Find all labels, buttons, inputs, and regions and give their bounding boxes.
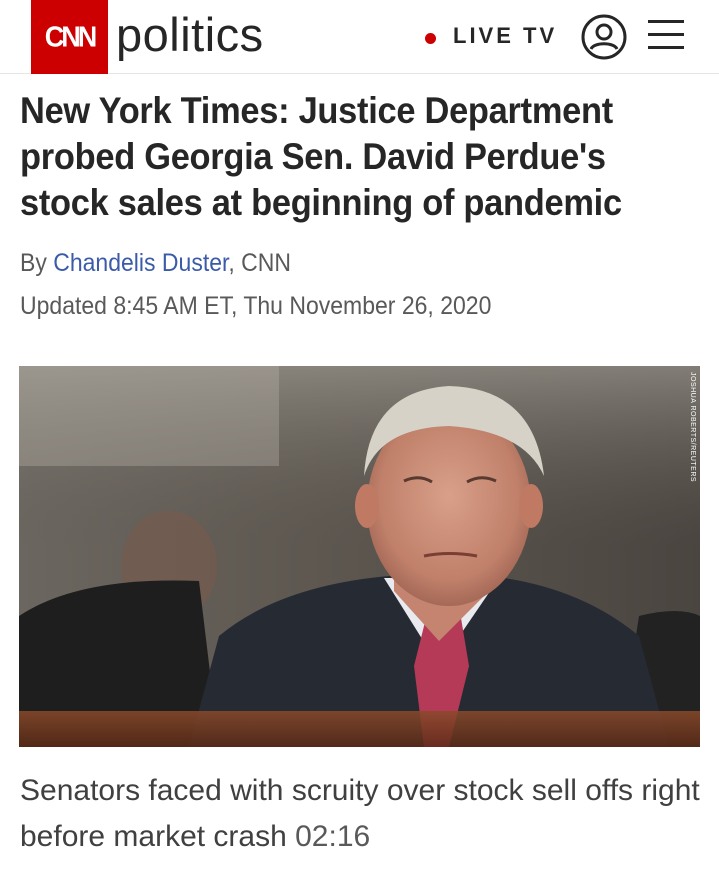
live-indicator-icon [425, 33, 436, 44]
photo-credit: JOSHUA ROBERTS/REUTERS [689, 372, 696, 483]
article-headline: New York Times: Justice Department probe… [20, 90, 622, 223]
user-account-icon[interactable] [579, 12, 629, 62]
byline: By Chandelis Duster, CNN [20, 247, 291, 279]
live-tv-link[interactable]: LIVE TV [453, 22, 557, 50]
section-title[interactable]: politics [116, 6, 264, 64]
author-link[interactable]: Chandelis Duster [53, 249, 228, 277]
byline-prefix: By [20, 249, 54, 277]
site-header: CNN politics LIVE TV [0, 0, 719, 74]
video-duration: 02:16 [295, 820, 371, 853]
hamburger-menu-icon[interactable] [648, 18, 684, 52]
cnn-logo-text: CNN [44, 20, 97, 53]
cnn-logo[interactable]: CNN [31, 0, 108, 74]
video-caption[interactable]: Senators faced with scruity over stock s… [20, 768, 700, 860]
video-thumbnail[interactable]: JOSHUA ROBERTS/REUTERS [19, 366, 700, 747]
byline-source: , CNN [228, 249, 292, 277]
updated-timestamp: Updated 8:45 AM ET, Thu November 26, 202… [20, 292, 492, 320]
